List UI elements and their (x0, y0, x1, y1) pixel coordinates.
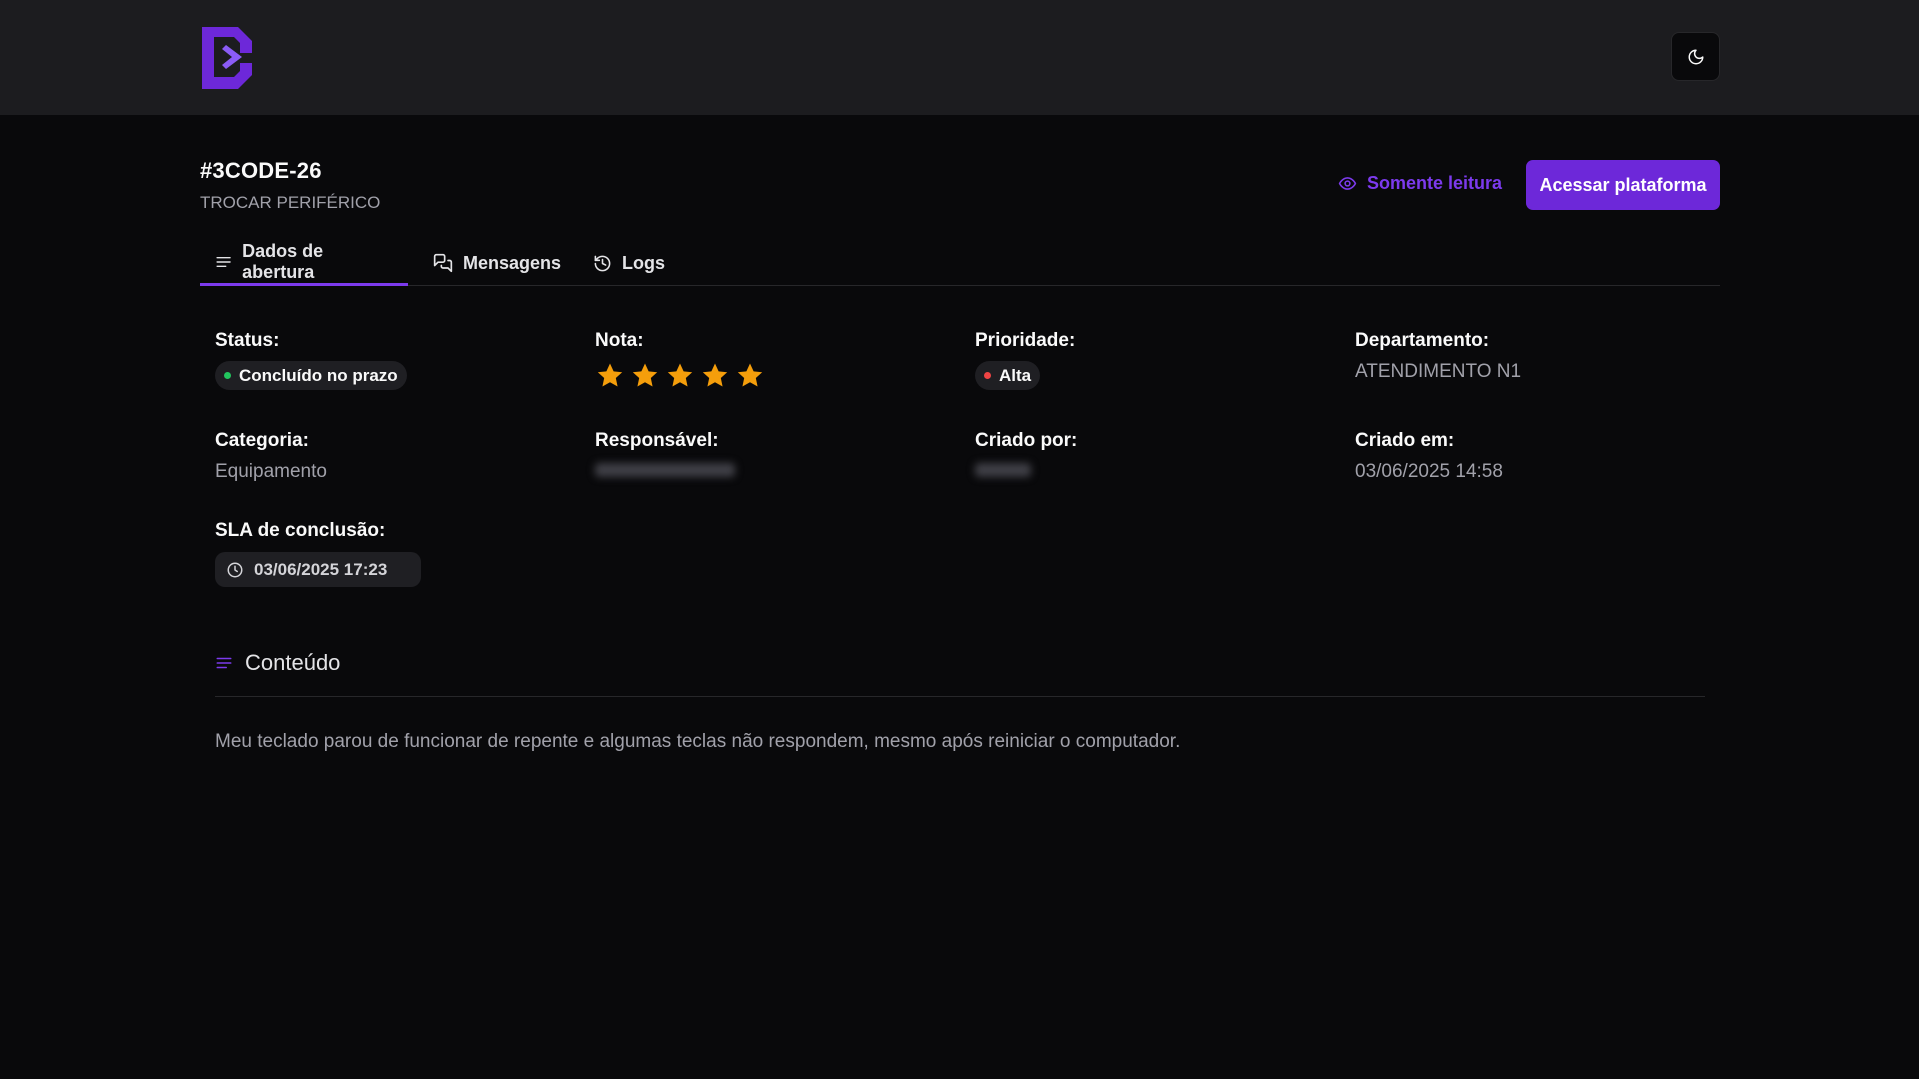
brand-logo[interactable] (198, 23, 256, 91)
tab-bar: Dados de abertura Mensagens Logs (200, 240, 1720, 286)
status-dot (224, 372, 231, 379)
tab-label: Dados de abertura (242, 240, 324, 282)
rating-stars (595, 361, 765, 391)
messages-icon (433, 253, 453, 273)
tab-logs[interactable]: Logs (593, 240, 665, 286)
status-label: Status: (215, 330, 280, 351)
ticket-subject: TROCAR PERIFÉRICO (200, 193, 381, 212)
category-label: Categoria: (215, 430, 309, 451)
readonly-label: Somente leitura (1367, 173, 1503, 193)
department-value: ATENDIMENTO N1 (1355, 361, 1522, 382)
priority-value: Alta (999, 365, 1032, 385)
rating-label: Nota: (595, 330, 644, 351)
content-text: Meu teclado parou de funcionar de repent… (215, 731, 1181, 752)
sla-badge: 03/06/2025 17:23 (215, 552, 421, 587)
created-at-label: Criado em: (1355, 430, 1455, 451)
tab-label: Mensagens (463, 252, 562, 273)
sla-value: 03/06/2025 17:23 (254, 559, 388, 579)
responsible-value-redacted (595, 463, 735, 477)
priority-label: Prioridade: (975, 330, 1076, 351)
access-platform-button[interactable]: Acessar plataforma (1526, 160, 1720, 210)
created-by-value-redacted (975, 463, 1031, 477)
readonly-indicator: Somente leitura (1338, 173, 1502, 194)
priority-dot (984, 372, 991, 379)
top-bar (0, 0, 1919, 115)
department-label: Departamento: (1355, 330, 1490, 351)
priority-badge: Alta (975, 361, 1041, 390)
tab-mensagens[interactable]: Mensagens (433, 240, 561, 286)
content-header: Conteúdo (215, 650, 340, 676)
moon-icon (1688, 49, 1703, 64)
tab-dados-de-abertura[interactable]: Dados de abertura (200, 240, 408, 286)
created-by-label: Criado por: (975, 430, 1078, 451)
status-badge: Concluído no prazo (215, 361, 407, 390)
star-icon (632, 363, 658, 387)
list-icon (216, 256, 231, 267)
tab-label: Logs (622, 252, 665, 273)
ticket-id: #3CODE-26 (200, 158, 322, 183)
star-icon (702, 363, 728, 387)
status-value: Concluído no prazo (239, 365, 398, 385)
history-icon (594, 255, 611, 271)
sla-label: SLA de conclusão: (215, 520, 386, 541)
theme-toggle-button[interactable] (1671, 32, 1720, 81)
content-divider (215, 696, 1705, 697)
responsible-label: Responsável: (595, 430, 719, 451)
star-icon (737, 363, 763, 387)
category-value: Equipamento (215, 461, 327, 482)
eye-icon (1338, 177, 1357, 190)
clock-icon (227, 562, 243, 577)
list-icon (216, 657, 232, 669)
created-at-value: 03/06/2025 14:58 (1355, 461, 1503, 482)
content-title: Conteúdo (245, 650, 341, 675)
star-icon (597, 363, 623, 387)
star-icon (667, 363, 693, 387)
